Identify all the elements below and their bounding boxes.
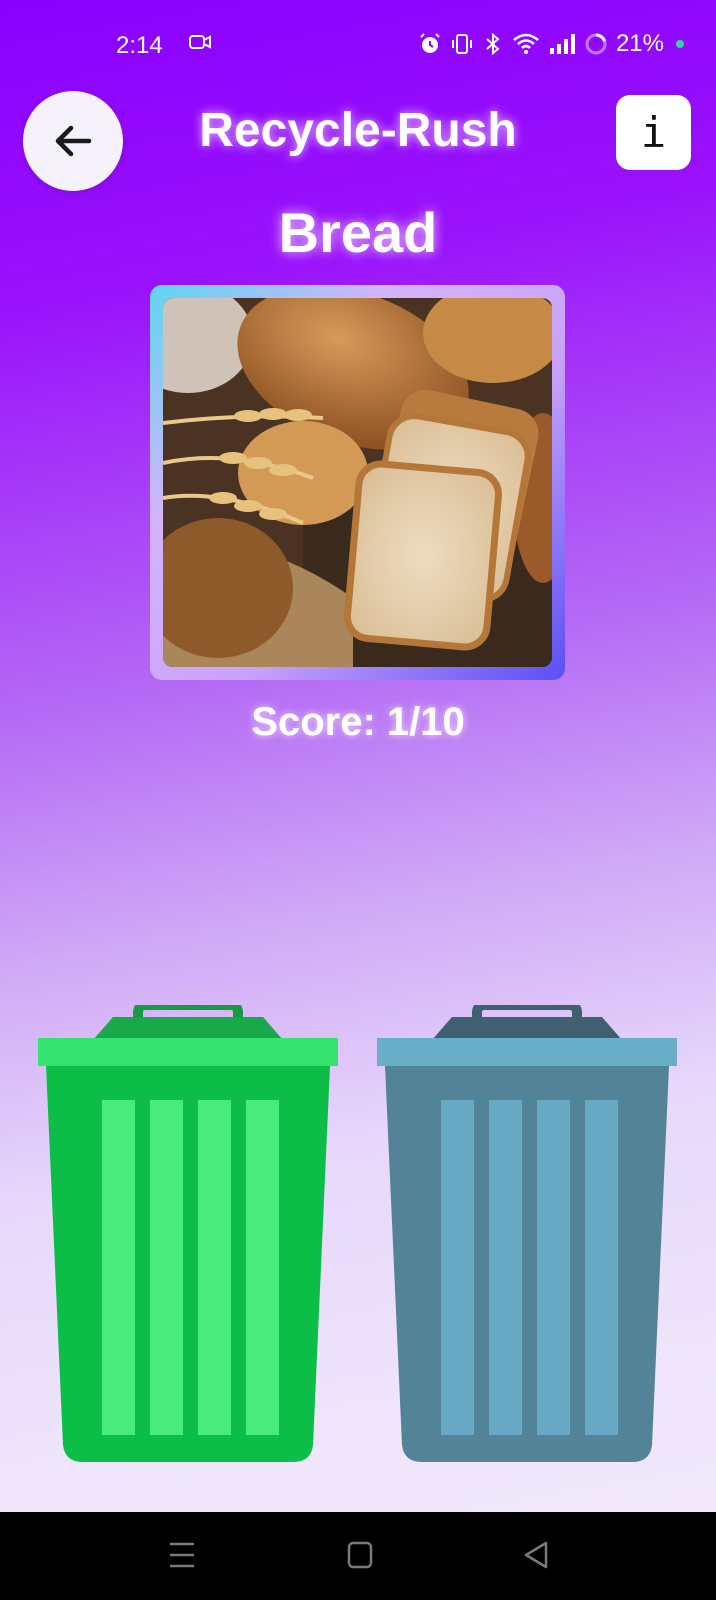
- back-icon[interactable]: [522, 1540, 550, 1575]
- wifi-icon: [513, 33, 539, 54]
- item-image: [163, 298, 552, 667]
- bluetooth-icon: [486, 32, 500, 56]
- signal-icon: [549, 34, 575, 54]
- battery-ring-icon: [585, 33, 607, 55]
- video-camera-icon: [189, 33, 211, 56]
- battery-percent: 21%: [615, 30, 664, 57]
- score-text: Score: 1/10: [251, 700, 465, 744]
- info-button[interactable]: i: [616, 95, 691, 170]
- vibrate-icon: [451, 34, 472, 54]
- green-bin[interactable]: [38, 1000, 338, 1480]
- status-bar: 2:14 21%: [0, 0, 716, 90]
- page-title: Recycle-Rush: [199, 104, 517, 157]
- item-name: Bread: [278, 201, 438, 264]
- blue-bin[interactable]: [377, 1000, 677, 1480]
- status-icons: 21%: [418, 30, 684, 58]
- item-image-frame: [150, 285, 565, 680]
- status-time: 2:14: [116, 32, 163, 59]
- menu-icon[interactable]: [168, 1540, 196, 1575]
- status-dot: [676, 40, 684, 48]
- alarm-icon: [420, 33, 440, 53]
- home-icon[interactable]: [347, 1540, 373, 1575]
- navigation-bar: [0, 1512, 716, 1600]
